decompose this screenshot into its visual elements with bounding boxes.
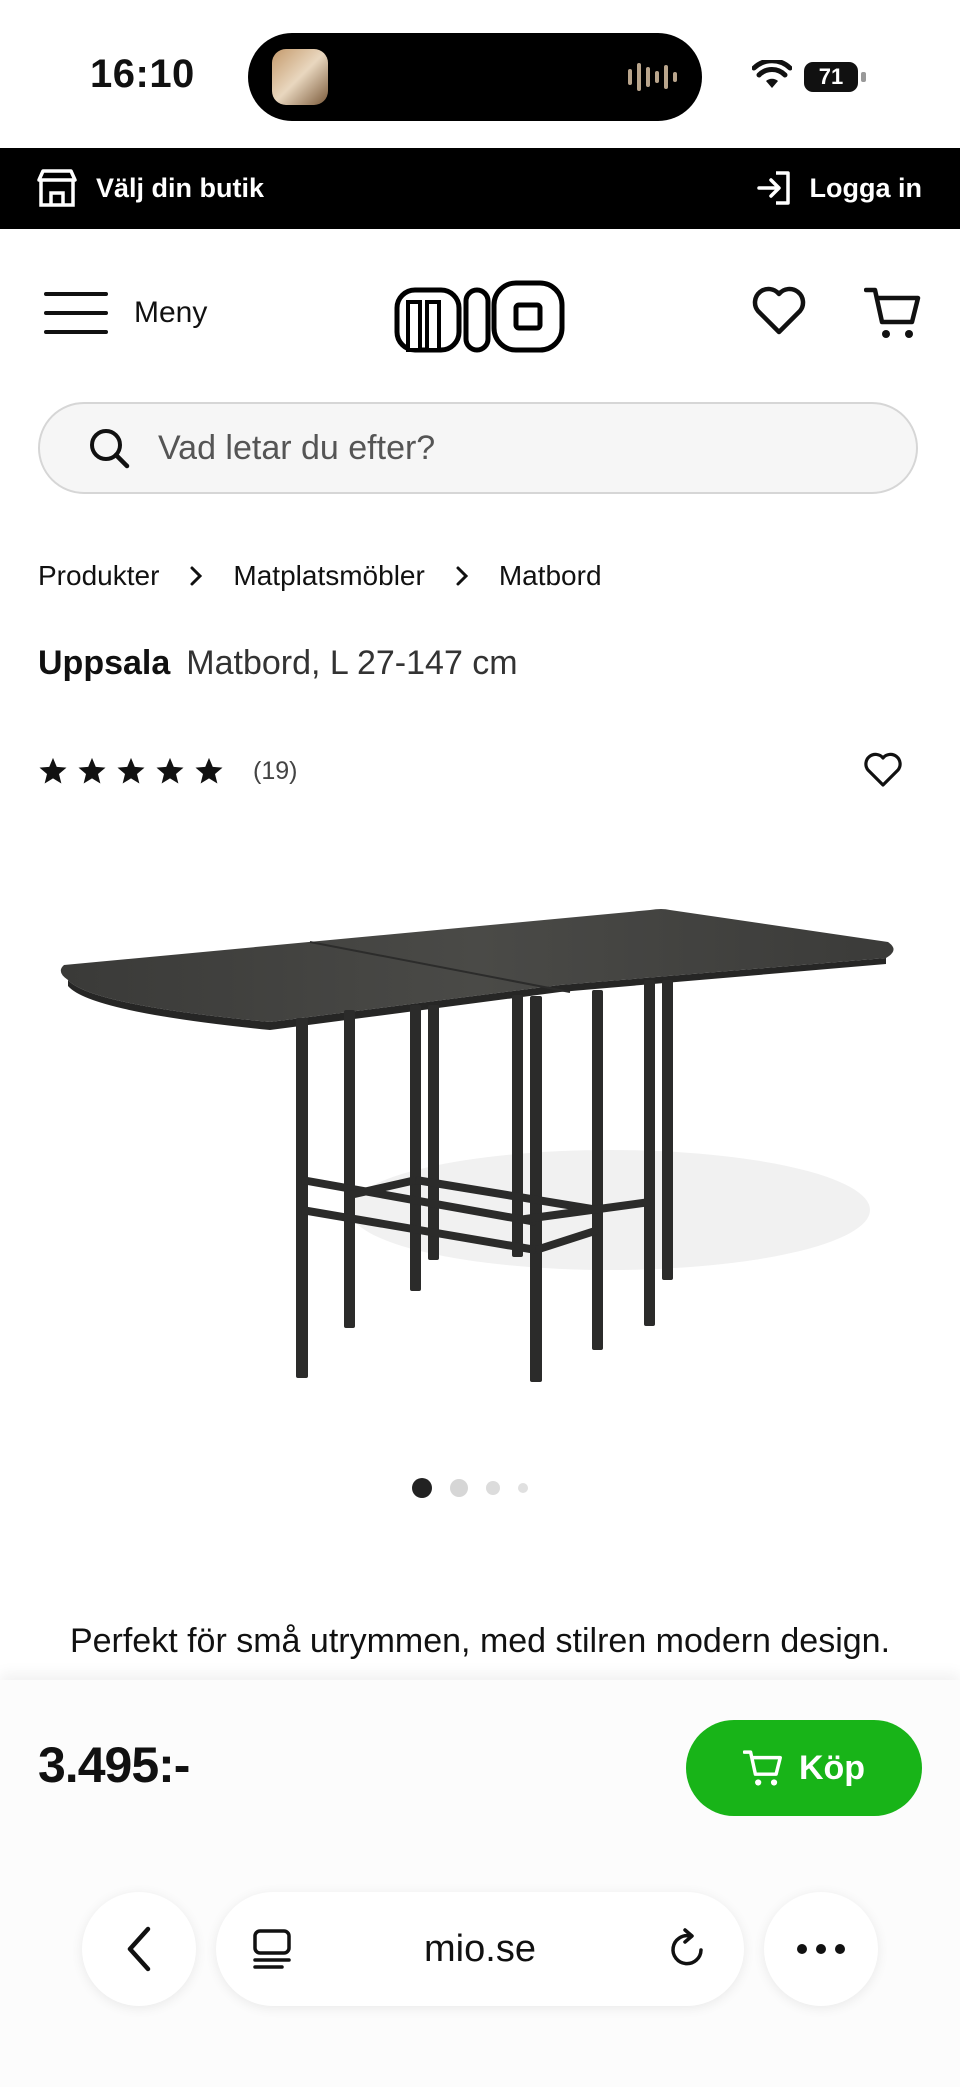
sticky-purchase-bar: 3.495:- Köp mio.se [0,1680,960,2087]
choose-store-button[interactable]: Välj din butik [36,166,264,210]
top-utility-bar: Välj din butik Logga in [0,148,960,229]
browser-url[interactable]: mio.se [216,1928,744,1971]
mio-logo[interactable] [394,276,566,354]
status-time: 16:10 [90,52,195,96]
choose-store-label: Välj din butik [96,172,265,203]
chevron-right-icon [455,565,469,587]
reload-icon[interactable] [668,1928,708,1970]
cart-icon [742,1750,782,1786]
product-title: Uppsala Matbord, L 27-147 cm [38,644,518,683]
star-icon [117,757,145,784]
battery-level: 71 [804,62,858,92]
dynamic-island [248,33,702,121]
carousel-dot-2[interactable] [450,1479,468,1497]
browser-back-button[interactable] [82,1892,196,2006]
login-button[interactable]: Logga in [756,166,922,210]
carousel-dot-4[interactable] [518,1483,528,1493]
search-bar[interactable] [38,402,918,494]
menu-label: Meny [134,296,208,329]
chevron-right-icon [189,565,203,587]
now-playing-thumbnail [272,49,328,105]
audio-wave-icon [628,63,677,91]
ellipsis-icon [797,1944,845,1954]
search-icon [90,429,130,469]
cart-icon[interactable] [864,284,922,342]
buy-button[interactable]: Köp [686,1720,922,1816]
buy-label: Köp [798,1748,866,1787]
chevron-left-icon [127,1926,151,1972]
search-input[interactable] [156,427,860,469]
carousel-dot-3[interactable] [486,1481,500,1495]
breadcrumb-matplatsmobler[interactable]: Matplatsmöbler [233,560,424,592]
product-tagline: Perfekt för små utrymmen, med stilren mo… [69,1622,891,1660]
login-icon [756,171,790,205]
battery-indicator: 71 [804,62,866,92]
browser-address-bar[interactable]: mio.se [216,1892,744,2006]
image-carousel-dots[interactable] [412,1478,528,1498]
carousel-dot-1[interactable] [412,1478,432,1498]
product-image-table[interactable] [50,880,910,1400]
hamburger-icon [44,292,108,334]
product-price: 3.495:- [38,1737,190,1793]
login-label: Logga in [809,172,922,203]
product-brand: Uppsala [38,644,171,682]
product-name: Matbord, L 27-147 cm [186,644,518,682]
store-icon [37,169,77,207]
star-icon [195,757,223,784]
menu-button[interactable]: Meny [44,288,207,338]
breadcrumb-produkter[interactable]: Produkter [38,560,159,592]
rating-count: (19) [253,756,298,785]
star-icon [78,757,106,784]
star-icon [156,757,184,784]
breadcrumb: Produkter Matplatsmöbler Matbord [38,560,602,592]
wishlist-heart-icon[interactable] [752,286,806,336]
favorite-heart-icon[interactable] [864,752,902,788]
star-icon [39,757,67,784]
breadcrumb-matbord[interactable]: Matbord [499,560,602,592]
product-rating[interactable]: (19) [38,756,297,786]
browser-more-button[interactable] [764,1892,878,2006]
wifi-icon [752,60,792,88]
